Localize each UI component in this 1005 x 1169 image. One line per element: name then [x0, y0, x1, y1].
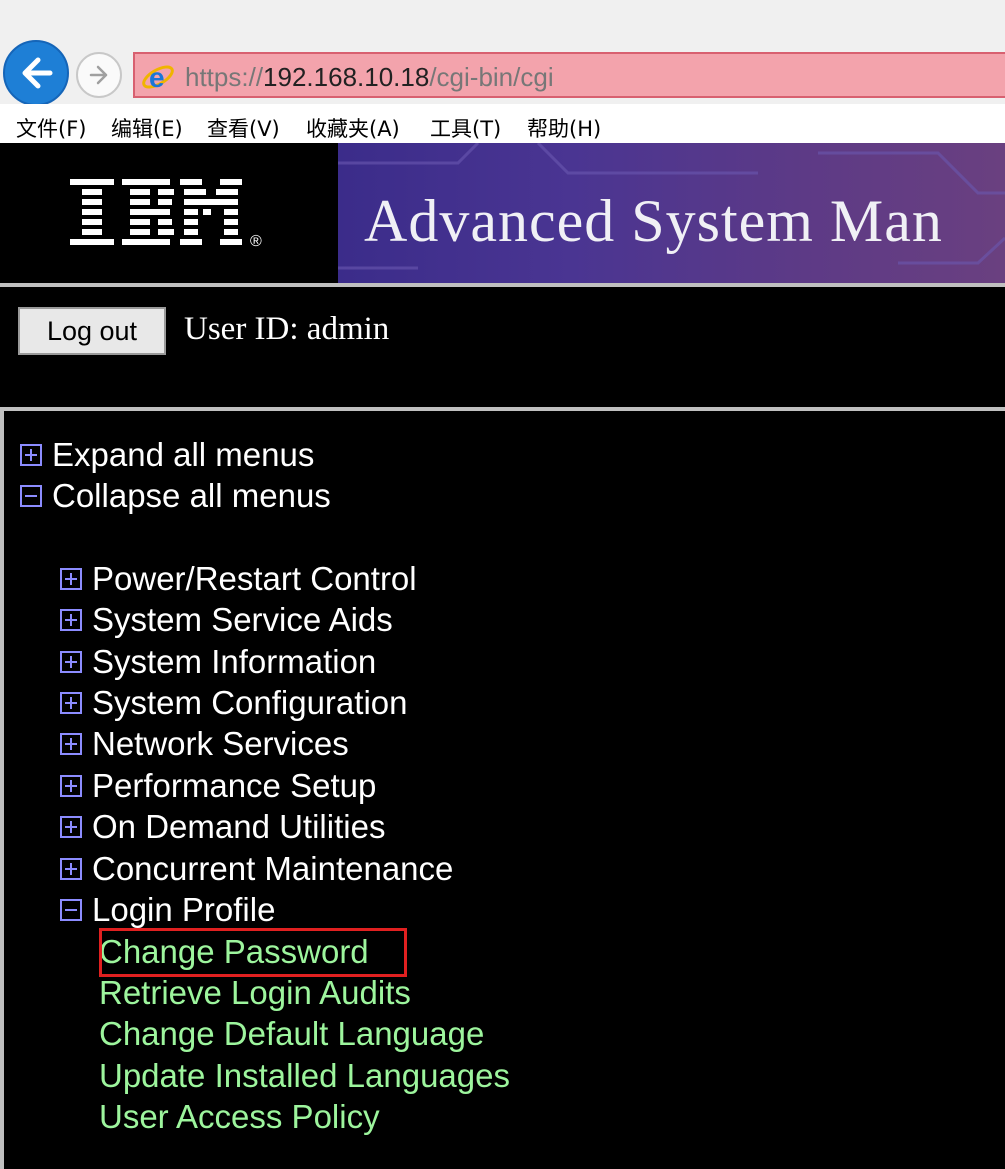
- url-text: https://192.168.10.18/cgi-bin/cgi: [185, 62, 554, 93]
- expand-icon[interactable]: [60, 609, 82, 631]
- logout-button[interactable]: Log out: [18, 307, 166, 355]
- address-bar[interactable]: e https://192.168.10.18/cgi-bin/cgi: [133, 52, 1005, 98]
- registered-mark: ®: [250, 233, 262, 250]
- expand-icon[interactable]: [60, 692, 82, 714]
- back-button[interactable]: [3, 40, 69, 106]
- expand-icon[interactable]: [60, 733, 82, 755]
- menu-tools[interactable]: 工具(T): [430, 113, 501, 143]
- user-access-policy-link[interactable]: User Access Policy: [99, 1097, 380, 1137]
- expand-icon[interactable]: [60, 568, 82, 590]
- asm-banner: ® Advanced System Man: [0, 143, 1005, 283]
- collapse-all-menus-link[interactable]: Collapse all menus: [52, 476, 331, 516]
- url-scheme: https://: [185, 62, 264, 92]
- menu-concurrent-maintenance[interactable]: Concurrent Maintenance: [92, 849, 453, 889]
- banner-title: Advanced System Man: [364, 188, 943, 254]
- menu-system-configuration[interactable]: System Configuration: [92, 683, 407, 723]
- expand-icon[interactable]: [60, 651, 82, 673]
- update-installed-languages-link[interactable]: Update Installed Languages: [99, 1056, 510, 1096]
- address-row: e https://192.168.10.18/cgi-bin/cgi: [0, 0, 1005, 106]
- collapse-icon[interactable]: [60, 899, 82, 921]
- expand-icon[interactable]: [60, 775, 82, 797]
- retrieve-login-audits-link[interactable]: Retrieve Login Audits: [99, 973, 411, 1013]
- user-id-label: User ID: admin: [184, 311, 390, 347]
- menu-network-services[interactable]: Network Services: [92, 724, 349, 764]
- menu-edit[interactable]: 编辑(E): [111, 113, 183, 143]
- menu-login-profile[interactable]: Login Profile: [92, 890, 275, 930]
- expand-all-menus-link[interactable]: Expand all menus: [52, 435, 314, 475]
- expand-icon[interactable]: [60, 858, 82, 880]
- menu-file[interactable]: 文件(F): [16, 113, 86, 143]
- menu-help[interactable]: 帮助(H): [527, 113, 601, 143]
- change-default-language-link[interactable]: Change Default Language: [99, 1014, 484, 1054]
- menu-power-restart-control[interactable]: Power/Restart Control: [92, 559, 417, 599]
- forward-arrow-icon: [89, 65, 108, 85]
- user-bar: Log out User ID: admin: [0, 287, 1005, 407]
- expand-icon[interactable]: [20, 444, 42, 466]
- banner-title-panel: Advanced System Man: [338, 143, 1005, 283]
- url-path: /cgi-bin/cgi: [429, 62, 554, 92]
- back-arrow-icon: [22, 57, 53, 89]
- menu-system-service-aids[interactable]: System Service Aids: [92, 600, 393, 640]
- change-password-highlight: [99, 928, 407, 977]
- menu-performance-setup[interactable]: Performance Setup: [92, 766, 376, 806]
- navigation-panel: Expand all menus Collapse all menus Powe…: [0, 411, 1005, 1169]
- internet-explorer-icon: e: [142, 62, 174, 93]
- collapse-icon[interactable]: [20, 485, 42, 507]
- url-host: 192.168.10.18: [263, 62, 430, 92]
- browser-chrome: e https://192.168.10.18/cgi-bin/cgi 文件(F…: [0, 0, 1005, 143]
- browser-menubar: 文件(F) 编辑(E) 查看(V) 收藏夹(A) 工具(T) 帮助(H): [0, 104, 1005, 143]
- svg-text:e: e: [149, 62, 165, 93]
- expand-icon[interactable]: [60, 816, 82, 838]
- menu-view[interactable]: 查看(V): [207, 113, 280, 143]
- menu-favorites[interactable]: 收藏夹(A): [306, 113, 400, 143]
- forward-button[interactable]: [76, 52, 122, 98]
- menu-system-information[interactable]: System Information: [92, 642, 376, 682]
- ibm-logo: [70, 179, 242, 245]
- menu-on-demand-utilities[interactable]: On Demand Utilities: [92, 807, 385, 847]
